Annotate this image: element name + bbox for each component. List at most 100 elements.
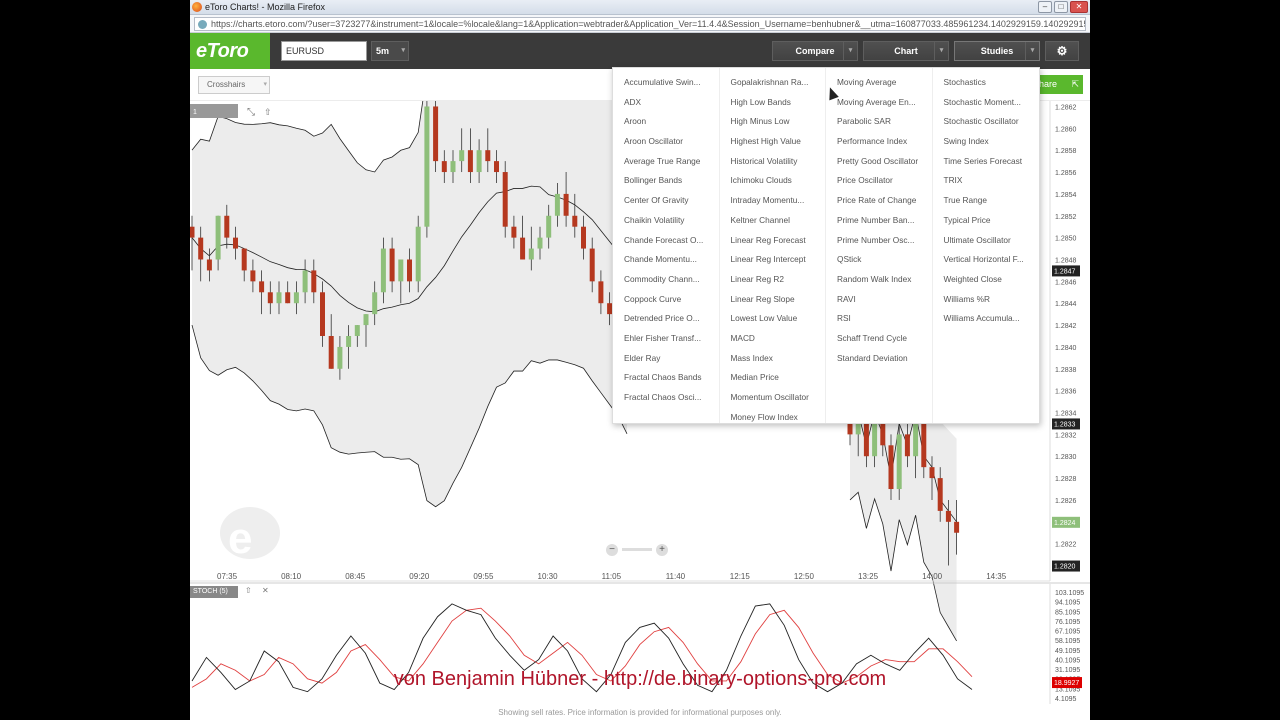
move-up-icon[interactable]: ⇧ — [245, 586, 252, 595]
studies-menu-item[interactable]: Highest High Value — [720, 131, 826, 151]
studies-menu-item[interactable]: Ultimate Oscillator — [933, 230, 1040, 250]
zoom-slider[interactable] — [622, 547, 652, 551]
url-field[interactable]: https://charts.etoro.com/?user=3723277&i… — [194, 17, 1086, 31]
share-icon: ⇱ — [1071, 79, 1079, 89]
studies-menu-item[interactable]: Accumulative Swin... — [613, 72, 719, 92]
studies-menu-item[interactable]: Price Oscillator — [826, 170, 932, 190]
candle-body — [354, 325, 360, 336]
studies-menu-item[interactable]: Momentum Oscillator — [720, 387, 826, 407]
chart-tab[interactable] — [190, 104, 238, 118]
chevron-down-icon[interactable]: ▾ — [843, 42, 857, 60]
stoch-panel-label[interactable]: STOCH (5) — [190, 586, 238, 598]
studies-menu-item[interactable]: Linear Reg Slope — [720, 289, 826, 309]
studies-menu-item[interactable]: Stochastic Moment... — [933, 92, 1040, 112]
studies-menu-item[interactable]: High Minus Low — [720, 111, 826, 131]
zoom-in-button[interactable]: + — [656, 544, 668, 556]
studies-menu-item[interactable]: Chande Momentu... — [613, 249, 719, 269]
studies-menu-item[interactable]: Chande Forecast O... — [613, 230, 719, 250]
studies-menu-item[interactable]: Williams Accumula... — [933, 308, 1040, 328]
compare-button[interactable]: Compare ▾ — [772, 41, 858, 61]
studies-menu-item[interactable]: Stochastic Oscillator — [933, 111, 1040, 131]
studies-menu-item[interactable]: Detrended Price O... — [613, 308, 719, 328]
studies-menu-item[interactable]: Standard Deviation — [826, 348, 932, 368]
studies-menu-item[interactable]: Aroon — [613, 111, 719, 131]
share-button[interactable]: hare ⇱ — [1035, 75, 1083, 94]
studies-menu-column: Moving Average Moving Average En... Parabo… — [826, 68, 933, 423]
studies-menu-item[interactable]: Average True Range — [613, 151, 719, 171]
studies-menu-item[interactable]: Linear Reg R2 — [720, 269, 826, 289]
studies-menu-item[interactable]: Chaikin Volatility — [613, 210, 719, 230]
studies-menu-item[interactable]: Ichimoku Clouds — [720, 170, 826, 190]
studies-menu-item[interactable]: Williams %R — [933, 289, 1040, 309]
studies-menu-item[interactable]: Linear Reg Forecast — [720, 230, 826, 250]
studies-menu-item[interactable]: Coppock Curve — [613, 289, 719, 309]
timeframe-select[interactable]: 5m ▾ — [371, 41, 409, 61]
studies-menu-item[interactable]: Elder Ray — [613, 348, 719, 368]
candle-body — [872, 423, 878, 457]
candle-body — [511, 226, 517, 238]
site-identity-icon[interactable] — [198, 20, 207, 29]
studies-menu-item[interactable]: Typical Price — [933, 210, 1040, 230]
studies-menu-item[interactable]: Pretty Good Oscillator — [826, 151, 932, 171]
studies-menu-item[interactable]: Historical Volatility — [720, 151, 826, 171]
maximize-button[interactable]: □ — [1054, 1, 1068, 13]
studies-menu-item[interactable]: Prime Number Osc... — [826, 230, 932, 250]
minimize-button[interactable]: – — [1038, 1, 1052, 13]
studies-menu-item[interactable]: Parabolic SAR — [826, 111, 932, 131]
chevron-down-icon[interactable]: ▾ — [934, 42, 948, 60]
studies-menu-item[interactable]: Keltner Channel — [720, 210, 826, 230]
zoom-out-button[interactable]: − — [606, 544, 618, 556]
price-axis-tick: 1.2822 — [1055, 542, 1077, 549]
studies-menu-item[interactable]: RSI — [826, 308, 932, 328]
studies-menu-item[interactable]: RAVI — [826, 289, 932, 309]
studies-menu-item[interactable]: MACD — [720, 328, 826, 348]
studies-menu-item[interactable]: High Low Bands — [720, 92, 826, 112]
studies-menu-item[interactable]: Intraday Momentu... — [720, 190, 826, 210]
studies-menu-item[interactable]: Schaff Trend Cycle — [826, 328, 932, 348]
studies-menu-item[interactable]: Random Walk Index — [826, 269, 932, 289]
etoro-logo[interactable]: eToro — [190, 33, 270, 69]
studies-menu-item[interactable]: Commodity Chann... — [613, 269, 719, 289]
studies-menu-item[interactable]: Fractal Chaos Bands — [613, 367, 719, 387]
studies-menu-item[interactable]: True Range — [933, 190, 1040, 210]
studies-menu-item[interactable]: Price Rate of Change — [826, 190, 932, 210]
close-button[interactable]: ✕ — [1070, 1, 1088, 13]
studies-menu-item[interactable]: Vertical Horizontal F... — [933, 249, 1040, 269]
studies-menu-item[interactable]: Prime Number Ban... — [826, 210, 932, 230]
price-axis-tick: 1.2854 — [1055, 192, 1077, 199]
studies-menu-item[interactable]: Ehler Fisher Transf... — [613, 328, 719, 348]
studies-menu-item[interactable]: Linear Reg Intercept — [720, 249, 826, 269]
time-axis-tick: 11:40 — [666, 572, 686, 581]
firefox-icon — [192, 2, 202, 12]
close-icon[interactable]: ✕ — [262, 586, 269, 595]
studies-menu-item[interactable]: ADX — [613, 92, 719, 112]
studies-menu-item[interactable]: Moving Average — [826, 72, 932, 92]
studies-menu-item[interactable]: Gopalakrishnan Ra... — [720, 72, 826, 92]
settings-button[interactable]: ⚙ — [1045, 41, 1079, 61]
studies-menu-item[interactable]: QStick — [826, 249, 932, 269]
studies-menu-item[interactable]: Mass Index — [720, 348, 826, 368]
studies-menu-item[interactable]: Performance Index — [826, 131, 932, 151]
studies-menu-item[interactable]: Median Price — [720, 367, 826, 387]
studies-button[interactable]: Studies ▾ — [954, 41, 1040, 61]
instrument-input[interactable]: EURUSD — [281, 41, 367, 61]
time-axis-tick: 14:35 — [986, 572, 1007, 581]
studies-menu-item[interactable]: TRIX — [933, 170, 1040, 190]
studies-menu-item[interactable]: Stochastics — [933, 72, 1040, 92]
studies-menu-item[interactable]: Fractal Chaos Osci... — [613, 387, 719, 407]
time-axis-tick: 09:55 — [473, 572, 494, 581]
studies-menu-item[interactable]: Time Series Forecast — [933, 151, 1040, 171]
crosshairs-select[interactable]: Crosshairs ▾ — [198, 76, 270, 94]
studies-menu-item[interactable]: Aroon Oscillator — [613, 131, 719, 151]
studies-menu-item[interactable]: Moving Average En... — [826, 92, 932, 112]
candle-body — [293, 292, 299, 304]
studies-menu-item[interactable]: Lowest Low Value — [720, 308, 826, 328]
studies-menu-item[interactable]: Center Of Gravity — [613, 190, 719, 210]
studies-menu-item[interactable]: Bollinger Bands — [613, 170, 719, 190]
studies-menu-item[interactable]: Swing Index — [933, 131, 1040, 151]
candle-body — [598, 281, 604, 304]
studies-menu-item[interactable]: Weighted Close — [933, 269, 1040, 289]
studies-menu-item[interactable]: Money Flow Index — [720, 407, 826, 427]
chevron-down-icon[interactable]: ▾ — [1025, 42, 1039, 60]
chart-button[interactable]: Chart ▾ — [863, 41, 949, 61]
